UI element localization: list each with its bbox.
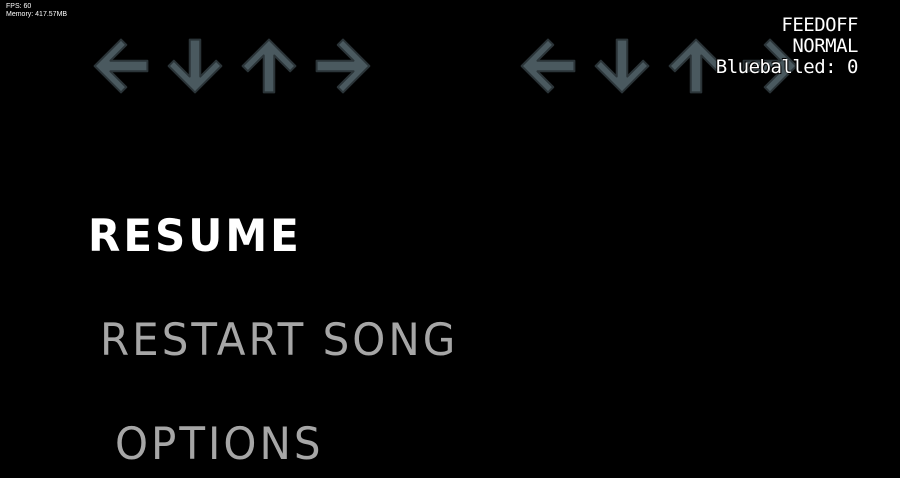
opponent-strum-line: [88, 33, 388, 103]
song-title: FEEDOFF: [781, 14, 858, 36]
up-arrow-icon: [236, 33, 302, 99]
down-arrow-icon: [589, 33, 655, 99]
left-arrow-icon: [88, 33, 154, 99]
game-screen: FPS: 60 Memory: 417.57MB FEEDOFF NORMAL …: [0, 0, 900, 478]
right-arrow-icon: [310, 33, 376, 99]
memory-counter: Memory: 417.57MB: [6, 11, 68, 18]
fps-counter: FPS: 60: [6, 3, 32, 10]
blueballed-counter: Blueballed: 0: [715, 56, 859, 78]
song-info-panel: FEEDOFF NORMAL Blueballed: 0: [715, 14, 859, 78]
options-option[interactable]: OPTIONS: [115, 418, 324, 469]
down-arrow-icon: [162, 33, 228, 99]
restart-song-option[interactable]: RESTART SONG: [100, 314, 458, 365]
left-arrow-icon: [515, 33, 581, 99]
resume-option[interactable]: RESUME: [88, 210, 302, 261]
difficulty-label: NORMAL: [792, 35, 858, 57]
